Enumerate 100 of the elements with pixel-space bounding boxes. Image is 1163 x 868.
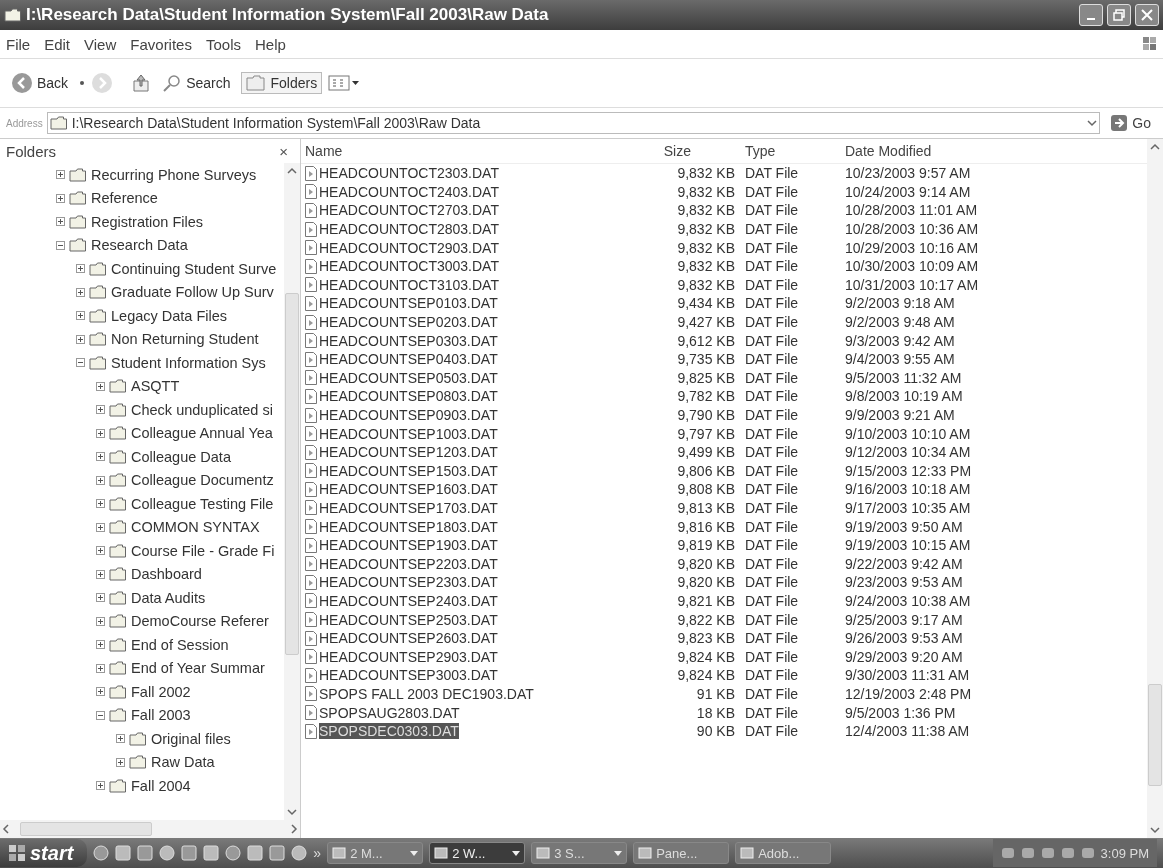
file-name[interactable]: HEADCOUNTSEP1603.DAT [319,481,498,498]
file-name[interactable]: HEADCOUNTSEP1203.DAT [319,444,498,461]
expand-icon[interactable] [96,781,105,791]
file-name[interactable]: HEADCOUNTOCT2303.DAT [319,165,499,182]
file-name[interactable]: HEADCOUNTSEP3003.DAT [319,667,498,684]
expand-icon[interactable] [96,475,105,485]
expand-icon[interactable] [76,287,85,297]
scroll-right-icon[interactable] [290,824,298,834]
tray-icon[interactable] [1060,846,1075,860]
expand-icon[interactable] [56,217,65,227]
expand-icon[interactable] [76,334,85,344]
menu-item[interactable]: Tools [205,35,241,53]
back-button[interactable]: Back [6,69,74,97]
file-name[interactable]: HEADCOUNTSEP1903.DAT [319,537,498,554]
expand-icon[interactable] [96,405,105,415]
expand-icon[interactable] [76,264,85,274]
folder-label[interactable]: End of Session [131,636,229,653]
expand-icon[interactable] [96,546,105,556]
quick-launch-icon[interactable] [225,845,242,861]
expand-icon[interactable] [96,452,105,462]
folder-label[interactable]: Data Audits [131,589,206,606]
folder-label[interactable]: Graduate Follow Up Surv [111,284,274,301]
folder-label[interactable]: Research Data [91,237,188,254]
file-name[interactable]: HEADCOUNTSEP0803.DAT [319,388,498,405]
minimize-button[interactable] [1079,4,1103,26]
folder-label[interactable]: Non Returning Student [111,331,259,348]
column-header[interactable]: Size [631,143,741,159]
expand-icon[interactable] [76,311,85,321]
expand-icon[interactable] [116,734,125,744]
folder-label[interactable]: COMMON SYNTAX [131,519,260,536]
folder-label[interactable]: Colleague Data [131,448,231,465]
folder-label[interactable]: Colleague Annual Yea [131,425,273,442]
folder-label[interactable]: Original files [151,730,231,747]
restore-button[interactable] [1107,4,1131,26]
folder-label[interactable]: Check unduplicated si [131,401,273,418]
scroll-up-icon[interactable] [287,167,297,175]
expand-icon[interactable] [96,428,105,438]
address-field[interactable]: I:\Research Data\Student Information System\Fall 2003\Raw Data [46,112,1101,134]
scroll-down-icon[interactable] [1150,826,1160,834]
expand-icon[interactable] [96,640,105,650]
folder-label[interactable]: Colleague Documentz [131,472,274,489]
expand-icon[interactable] [96,593,105,603]
go-button[interactable]: Go [1104,113,1157,133]
more-button[interactable]: » [313,845,322,861]
expand-icon[interactable] [96,381,105,391]
folder-label[interactable]: Raw Data [151,754,215,771]
folder-label[interactable]: Fall 2002 [131,683,191,700]
expand-icon[interactable] [96,616,105,626]
tray-icon[interactable] [1000,846,1015,860]
scroll-down-icon[interactable] [287,808,297,816]
folder-label[interactable]: Student Information Sys [111,354,266,371]
file-name[interactable]: HEADCOUNTSEP2203.DAT [319,555,498,572]
quick-launch-icon[interactable] [115,845,132,861]
expand-icon[interactable] [96,663,105,673]
file-name[interactable]: HEADCOUNTSEP0903.DAT [319,407,498,423]
file-name[interactable]: HEADCOUNTSEP0403.DAT [319,351,498,368]
folder-label[interactable]: Fall 2004 [131,777,191,794]
quick-launch-icon[interactable] [291,845,308,861]
file-name[interactable]: HEADCOUNTSEP0103.DAT [319,295,498,312]
menu-item[interactable]: Edit [44,35,71,53]
column-header[interactable]: Type [741,143,841,159]
quick-launch-icon[interactable] [137,845,154,861]
file-name[interactable]: HEADCOUNTSEP0303.DAT [319,332,498,349]
expand-icon[interactable] [96,522,105,532]
quick-launch-icon[interactable] [269,845,286,861]
up-folder-icon[interactable] [131,73,152,93]
views-icon[interactable] [328,74,361,92]
folder-label[interactable]: Fall 2003 [131,707,191,724]
folder-label[interactable]: Legacy Data Files [111,307,228,324]
file-name[interactable]: HEADCOUNTSEP2303.DAT [319,574,498,591]
search-button[interactable]: Search [157,70,236,96]
folder-label[interactable]: Continuing Student Surve [111,260,277,277]
folder-label[interactable]: Course File - Grade Fi [131,542,275,559]
tray-icon[interactable] [1080,846,1095,860]
file-name[interactable]: HEADCOUNTSEP1503.DAT [319,462,498,479]
close-panel-button[interactable]: × [273,141,294,161]
collapse-icon[interactable] [76,358,85,368]
column-header[interactable]: Name [301,143,631,159]
file-name[interactable]: HEADCOUNTOCT2903.DAT [319,239,499,256]
folder-label[interactable]: Registration Files [91,213,203,230]
tray-icon[interactable] [1020,846,1035,860]
file-name[interactable]: HEADCOUNTSEP1003.DAT [319,425,498,442]
file-name[interactable]: HEADCOUNTSEP2603.DAT [319,630,498,647]
expand-icon[interactable] [56,170,65,180]
folder-label[interactable]: DemoCourse Referer [131,613,269,630]
close-button[interactable] [1135,4,1159,26]
file-name[interactable]: SPOPSAUG2803.DAT [319,704,460,721]
expand-icon[interactable] [116,757,125,767]
menu-item[interactable]: View [84,35,117,53]
collapse-icon[interactable] [96,710,105,720]
folder-label[interactable]: Recurring Phone Surveys [91,166,257,183]
file-name[interactable]: HEADCOUNTOCT2703.DAT [319,202,499,219]
file-name[interactable]: HEADCOUNTSEP2903.DAT [319,648,498,665]
column-header[interactable]: Date Modified [841,143,1147,159]
taskbar-button[interactable]: 2 W... [429,842,526,864]
file-name[interactable]: HEADCOUNTSEP2503.DAT [319,611,498,628]
scroll-left-icon[interactable] [2,824,10,834]
file-name[interactable]: HEADCOUNTSEP0203.DAT [319,314,498,331]
menu-item[interactable]: Favorites [130,35,192,53]
file-name[interactable]: HEADCOUNTOCT2803.DAT [319,221,499,238]
